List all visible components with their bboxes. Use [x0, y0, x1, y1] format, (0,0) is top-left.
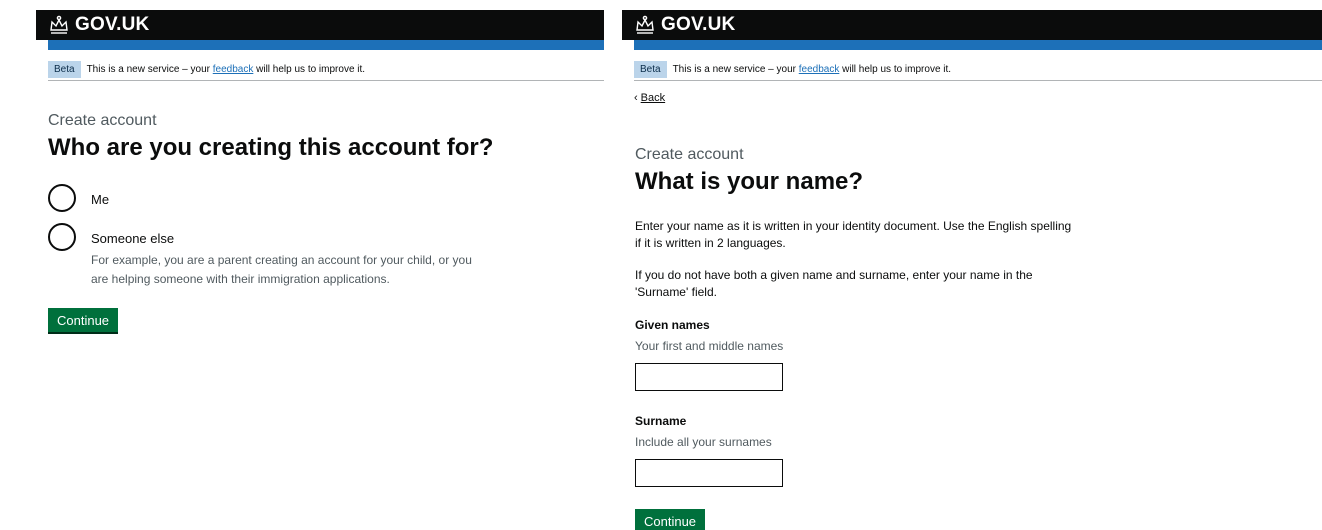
phase-text-before: This is a new service – your [86, 63, 210, 75]
continue-button[interactable]: Continue [48, 308, 119, 334]
given-names-hint: Your first and middle names [635, 339, 784, 353]
page-caption: Create account [48, 112, 157, 129]
radio-button[interactable] [48, 223, 76, 251]
govuk-header: GOV.UK [622, 10, 1322, 40]
govuk-logo-link[interactable]: GOV.UK [48, 13, 149, 37]
surname-hint: Include all your surnames [635, 435, 772, 449]
instruction-paragraph: Enter your name as it is written in your… [635, 219, 1072, 250]
surname-label: Surname [635, 414, 687, 428]
feedback-link[interactable]: feedback [799, 64, 840, 75]
chevron-left-icon: ‹ [634, 92, 638, 104]
page-caption: Create account [635, 146, 744, 163]
phase-text-before: This is a new service – your [672, 63, 796, 75]
radio-label[interactable]: Someone else [91, 231, 174, 246]
radio-button[interactable] [48, 184, 76, 212]
surname-input[interactable] [635, 459, 783, 487]
radio-someone-else[interactable]: Someone else [48, 223, 174, 251]
continue-button[interactable]: Continue [635, 509, 706, 530]
govuk-logotype: GOV.UK [661, 14, 736, 35]
back-link[interactable]: ‹ Back [634, 92, 665, 104]
radio-label[interactable]: Me [91, 192, 109, 207]
phase-tag: Beta [48, 60, 81, 78]
radio-hint: For example, you are a parent creating a… [91, 253, 472, 286]
crown-icon [48, 15, 70, 35]
page-title: What is your name? [635, 168, 864, 195]
header-blue-bar [634, 40, 1322, 50]
feedback-link[interactable]: feedback [213, 64, 254, 75]
header-blue-bar [48, 40, 604, 50]
given-names-label: Given names [635, 318, 710, 332]
crown-icon [634, 15, 656, 35]
phase-banner: Beta This is a new service – your feedba… [48, 58, 604, 81]
radio-me[interactable]: Me [48, 184, 109, 212]
back-link-label[interactable]: Back [641, 92, 665, 104]
page-title: Who are you creating this account for? [48, 134, 494, 161]
instruction-paragraph-2: If you do not have both a given name and… [635, 268, 1033, 299]
phase-tag: Beta [634, 60, 667, 78]
right-screen: GOV.UK Beta This is a new service – your… [622, 0, 1322, 530]
given-names-input[interactable] [635, 363, 783, 391]
left-screen: GOV.UK Beta This is a new service – your… [0, 0, 614, 530]
phase-banner: Beta This is a new service – your feedba… [634, 58, 1322, 81]
govuk-logo-link[interactable]: GOV.UK [634, 13, 735, 37]
govuk-logotype: GOV.UK [75, 14, 150, 35]
phase-text-after: will help us to improve it. [256, 63, 366, 75]
phase-text-after: will help us to improve it. [842, 63, 952, 75]
govuk-header: GOV.UK [36, 10, 604, 40]
